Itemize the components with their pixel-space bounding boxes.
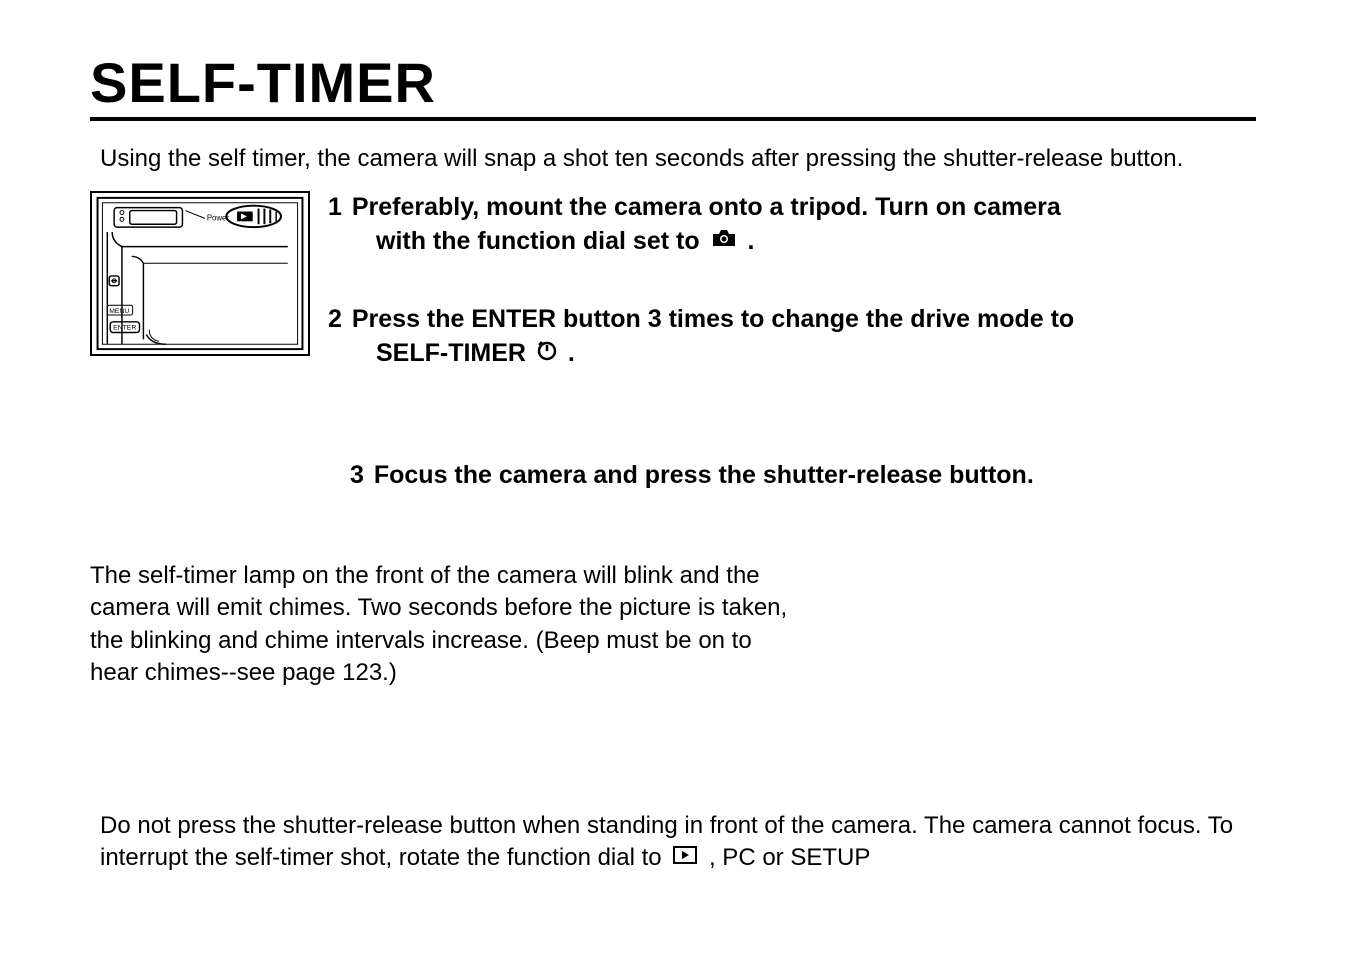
step-2: 2 Press the ENTER button 3 times to chan… (328, 303, 1256, 371)
step-1-line2: with the function dial set to . (328, 227, 754, 255)
self-timer-lamp-paragraph: The self-timer lamp on the front of the … (90, 560, 790, 690)
page-title: SELF-TIMER (90, 50, 1256, 121)
step-3-num: 3 (350, 461, 364, 490)
intro-text: Using the self timer, the camera will sn… (100, 145, 1256, 173)
step-3: 3 Focus the camera and press the shutter… (350, 461, 1256, 490)
play-icon (672, 842, 698, 874)
steps-text: 1 Preferably, mount the camera onto a tr… (328, 191, 1256, 411)
step-1: 1 Preferably, mount the camera onto a tr… (328, 191, 1256, 259)
camera-illustration: Power MENU ENTER (90, 191, 310, 356)
step-1-text-b: with the function dial set to (376, 227, 700, 255)
svg-text:ENTER: ENTER (113, 325, 136, 332)
note-text-b: , PC or SETUP (709, 844, 870, 871)
step-1-text-c: . (748, 227, 755, 255)
step-2-text-a: Press the ENTER button 3 times to change… (352, 305, 1074, 333)
svg-text:MENU: MENU (109, 308, 129, 315)
step-2-text-b: SELF-TIMER (376, 339, 526, 367)
steps-row: Power MENU ENTER (90, 191, 1256, 411)
step-2-num: 2 (328, 303, 342, 337)
step-3-text: Focus the camera and press the shutter-r… (374, 461, 1034, 489)
warning-paragraph: Do not press the shutter-release button … (100, 810, 1256, 875)
step-2-text-c: . (568, 339, 575, 367)
camera-icon (711, 225, 737, 259)
step-1-num: 1 (328, 191, 342, 225)
step-2-line2: SELF-TIMER . (328, 339, 575, 367)
note-text-a: Do not press the shutter-release button … (100, 812, 1233, 871)
self-timer-icon (536, 337, 558, 371)
step-1-text-a: Preferably, mount the camera onto a trip… (352, 193, 1061, 221)
